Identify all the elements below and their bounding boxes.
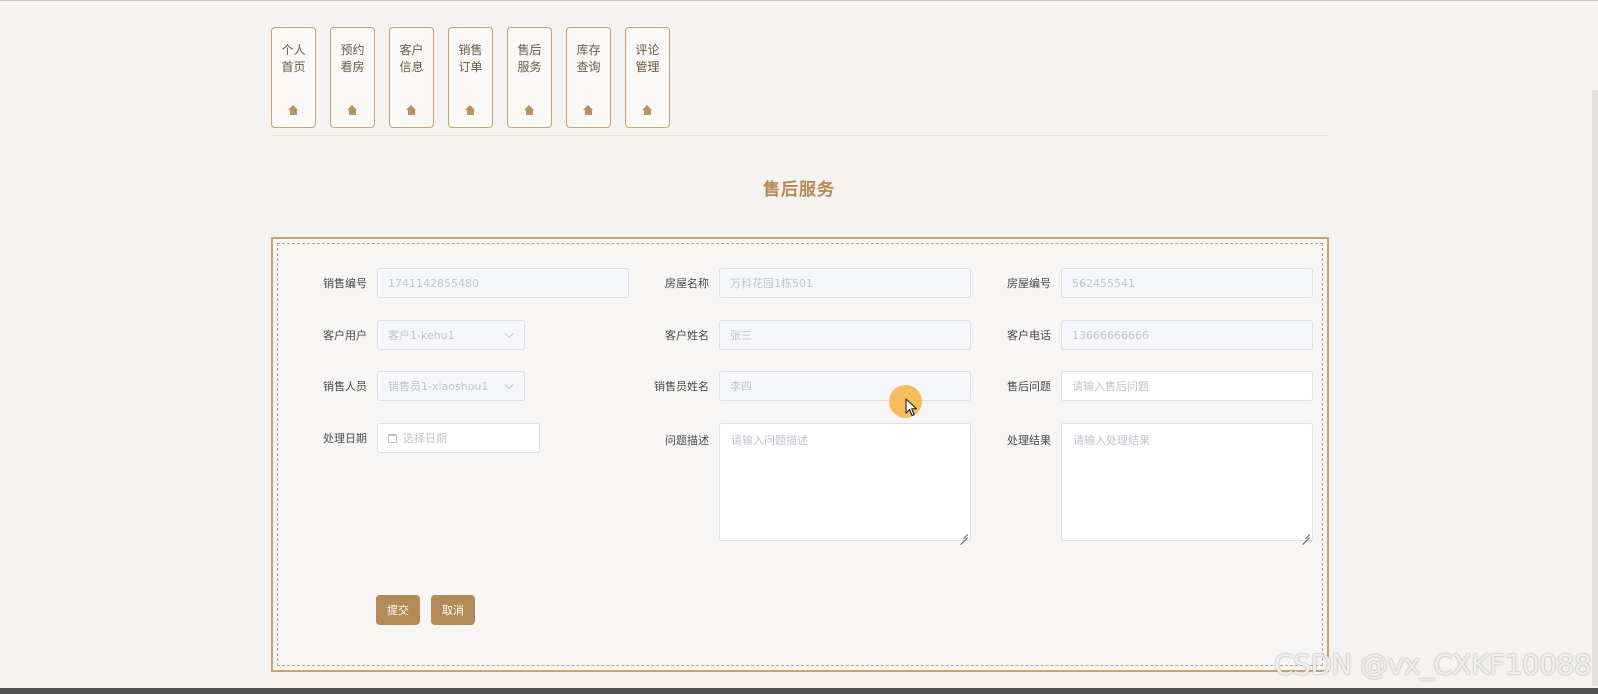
mouse-pointer-icon [905,398,918,417]
field-label: 销售编号 [323,277,367,290]
sales-person-value: 销售员1-xiaoshou1 [388,380,489,393]
resize-handle-icon[interactable] [1302,530,1310,538]
resize-handle-icon[interactable] [960,530,968,538]
window-bottom-border [0,688,1598,694]
page-title: 售后服务 [763,180,835,200]
field-customer-name: 客户姓名 张三 [660,320,971,350]
sales-person-select[interactable]: 销售员1-xiaoshou1 [377,371,525,401]
nav-item-personal-home[interactable]: 个人首页 [271,27,316,128]
vertical-scrollbar[interactable] [1592,90,1598,686]
nav-item-after-sales[interactable]: 售后服务 [507,27,552,128]
nav-item-label: 评论管理 [635,43,660,74]
sales-no-input[interactable]: 1741142855480 [377,268,629,298]
field-handle-result: 处理结果 请输入处理结果 [1002,423,1313,541]
handle-date-placeholder: 选择日期 [403,432,447,445]
field-customer-user: 客户用户 客户1-kehu1 [318,320,525,350]
field-label: 房屋编号 [1007,277,1051,290]
nav-item-inventory[interactable]: 库存查询 [566,27,611,128]
window-top-border [0,0,1598,1]
sales-person-name-input[interactable]: 李四 [719,371,971,401]
handle-date-picker[interactable]: 选择日期 [377,423,540,453]
handle-result-placeholder: 请输入处理结果 [1073,434,1150,447]
house-name-input[interactable]: 万科花园1栋501 [719,268,971,298]
nav-item-sales-orders[interactable]: 销售订单 [448,27,493,128]
customer-user-value: 客户1-kehu1 [388,329,455,342]
home-icon [347,105,358,115]
field-customer-phone: 客户电话 13666666666 [1002,320,1313,350]
home-icon [465,105,476,115]
submit-button[interactable]: 提交 [376,595,420,625]
watermark-text: CSDN @vx_CXKF10088 [1274,648,1592,681]
customer-user-select[interactable]: 客户1-kehu1 [377,320,525,350]
home-icon [524,105,535,115]
customer-phone-input[interactable]: 13666666666 [1061,320,1313,350]
home-icon [288,105,299,115]
after-sales-issue-input[interactable]: 请输入售后问题 [1061,371,1313,401]
nav-divider [271,135,1329,136]
field-label: 问题描述 [665,434,709,447]
nav-item-customer-info[interactable]: 客户信息 [389,27,434,128]
home-icon [406,105,417,115]
chevron-down-icon [504,329,514,338]
field-sales-person: 销售人员 销售员1-xiaoshou1 [318,371,525,401]
field-house-name: 房屋名称 万科花园1栋501 [660,268,971,298]
field-sales-no: 销售编号 1741142855480 [318,268,629,298]
nav-item-label: 个人首页 [281,43,306,74]
field-label: 房屋名称 [665,277,709,290]
field-label: 销售人员 [323,380,367,393]
nav-item-label: 售后服务 [517,43,542,74]
cancel-button[interactable]: 取消 [431,595,475,625]
field-handle-date: 处理日期 选择日期 [318,423,540,453]
field-label: 客户用户 [323,329,367,342]
field-label: 处理日期 [323,432,367,445]
field-label: 客户姓名 [665,329,709,342]
nav-item-label: 预约看房 [340,43,365,74]
field-issue-desc: 问题描述 请输入问题描述 [660,423,971,541]
house-no-input[interactable]: 562455541 [1061,268,1313,298]
field-label: 客户电话 [1007,329,1051,342]
nav-item-viewing-appointment[interactable]: 预约看房 [330,27,375,128]
field-house-no: 房屋编号 562455541 [1002,268,1313,298]
nav-item-label: 客户信息 [399,43,424,74]
handle-result-textarea[interactable]: 请输入处理结果 [1061,423,1313,541]
top-nav: 个人首页 预约看房 客户信息 销售订单 售后服务 库存查询 评论管理 [271,27,670,128]
issue-desc-placeholder: 请输入问题描述 [731,434,808,447]
nav-item-label: 销售订单 [458,43,483,74]
field-label: 销售员姓名 [654,380,709,393]
issue-desc-textarea[interactable]: 请输入问题描述 [719,423,971,541]
field-label: 售后问题 [1007,380,1051,393]
field-label: 处理结果 [1007,434,1051,447]
home-icon [583,105,594,115]
field-sales-person-name: 销售员姓名 李四 [648,371,971,401]
calendar-icon [388,433,397,443]
nav-item-comments[interactable]: 评论管理 [625,27,670,128]
home-icon [642,105,653,115]
chevron-down-icon [504,380,514,389]
nav-item-label: 库存查询 [576,43,601,74]
customer-name-input[interactable]: 张三 [719,320,971,350]
field-after-sales-issue: 售后问题 请输入售后问题 [1002,371,1313,401]
